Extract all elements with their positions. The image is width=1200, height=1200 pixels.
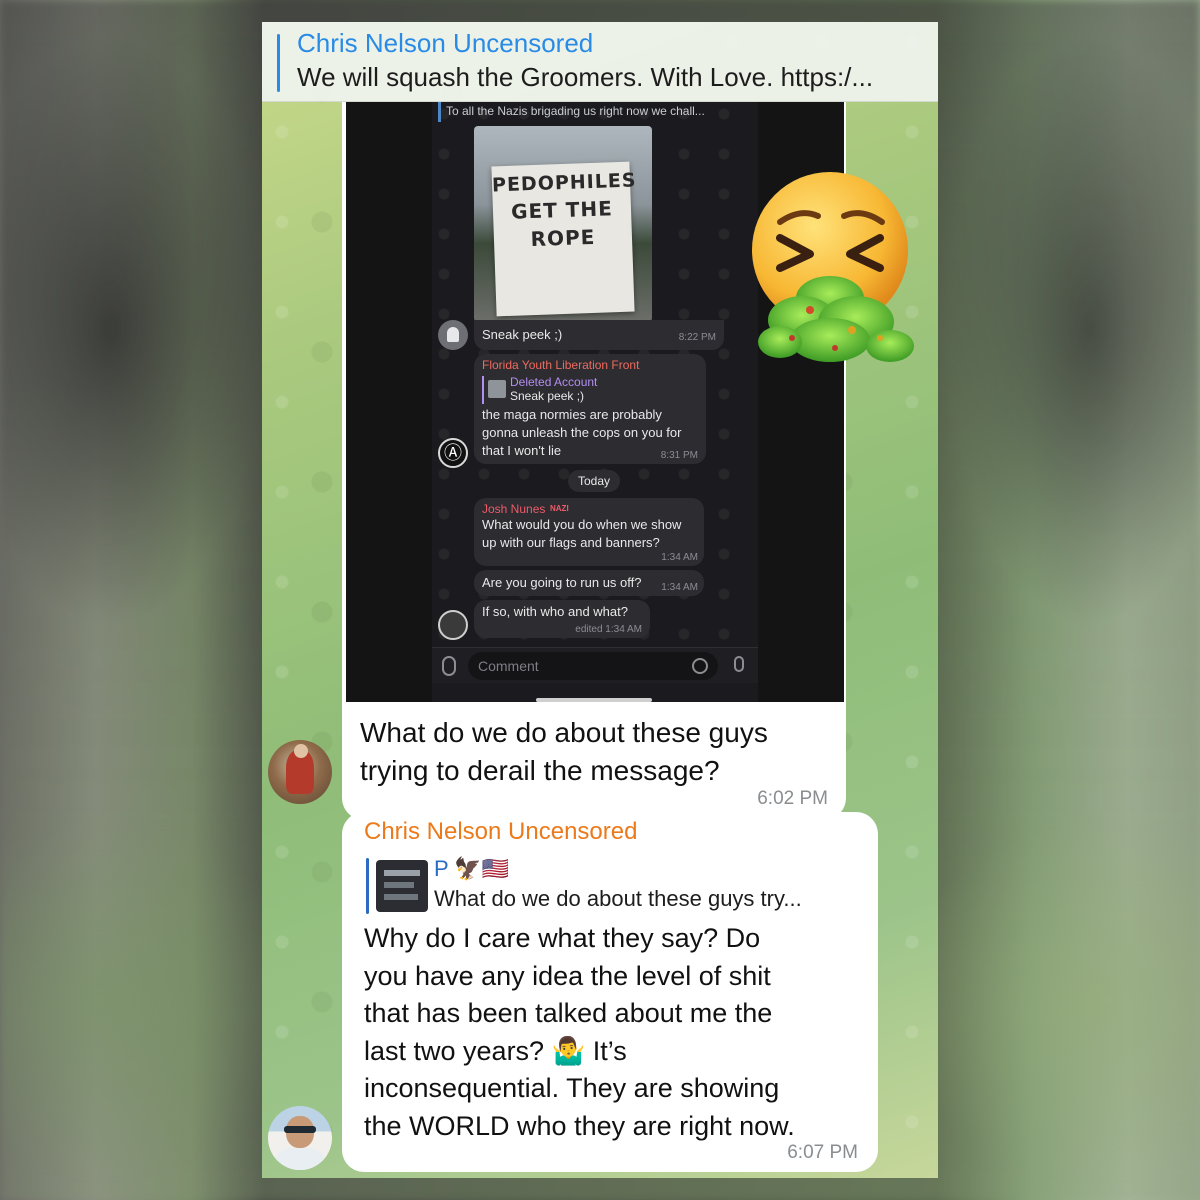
screenshot-message: Florida Youth Liberation Front Deleted A…	[474, 354, 706, 464]
reply-preview[interactable]: What do we do about these guys try...	[434, 886, 802, 912]
screenshot-message: If so, with who and what? edited 1:34 AM	[474, 600, 650, 638]
pinned-indicator	[277, 34, 280, 92]
avatar[interactable]	[268, 1106, 332, 1170]
home-indicator	[536, 698, 652, 702]
vomiting-face-icon	[752, 172, 914, 362]
pinned-title: Chris Nelson Uncensored	[297, 28, 594, 58]
date-divider: Today	[568, 470, 620, 492]
message-text: Why do I care what they say? Do you have…	[364, 923, 795, 1141]
microphone-icon	[734, 656, 744, 672]
josh-avatar	[438, 610, 468, 640]
screenshot-pinned-text: To all the Nazis brigading us right now …	[446, 104, 705, 118]
pinned-text: We will squash the Groomers. With Love. …	[297, 62, 874, 92]
banner-photo: PEDOPHILES GET THE ROPE	[474, 126, 652, 322]
ghost-avatar	[438, 320, 468, 350]
screenshot-chat: To all the Nazis brigading us right now …	[432, 102, 758, 702]
screenshot-message: Are you going to run us off? 1:34 AM	[474, 570, 704, 596]
message-time: 6:02 PM	[757, 788, 828, 809]
avatar[interactable]	[268, 740, 332, 804]
message-text: What do we do about these guys trying to…	[360, 717, 768, 786]
comment-input: Comment	[468, 652, 718, 680]
reply-thumbnail	[376, 860, 428, 912]
screenshot-message: Sneak peek ;) 8:22 PM	[474, 320, 724, 350]
sticker-icon	[692, 658, 708, 674]
attach-icon	[442, 656, 456, 676]
anarchy-avatar: Ⓐ	[438, 438, 468, 468]
message-bubble-incoming[interactable]: Chris Nelson Uncensored P 🦅🇺🇸 What do we…	[342, 812, 878, 1172]
reply-sender[interactable]: P 🦅🇺🇸	[434, 856, 509, 882]
screenshot-message: Josh Nunes NAZI What would you do when w…	[474, 498, 704, 566]
message-time: 6:07 PM	[787, 1142, 858, 1163]
sender-name[interactable]: Chris Nelson Uncensored	[364, 818, 637, 846]
reply-indicator	[366, 858, 369, 914]
pinned-message[interactable]: Chris Nelson Uncensored We will squash t…	[262, 22, 938, 102]
comment-bar: Comment	[432, 647, 758, 683]
banner-cloth: PEDOPHILES GET THE ROPE	[491, 161, 637, 317]
